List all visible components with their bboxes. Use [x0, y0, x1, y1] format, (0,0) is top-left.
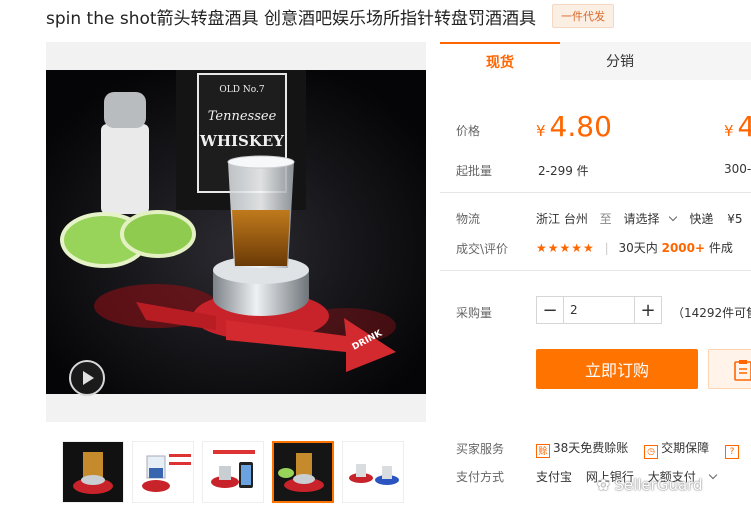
logistics-row: 浙江 台州 至 请选择 快递 ¥5	[536, 210, 742, 227]
price-number: 4.80	[549, 110, 612, 143]
service-credit[interactable]: 38天免费赊账	[553, 441, 628, 455]
clipboard-icon	[734, 360, 751, 381]
price-tier-2: ¥4	[724, 110, 751, 143]
services-label: 买家服务	[456, 442, 505, 456]
svg-text:OLD No.7: OLD No.7	[219, 85, 264, 95]
logistics-label: 物流	[456, 212, 481, 226]
price-number-tier-2: 4	[737, 110, 751, 143]
svg-text:Tennessee: Tennessee	[208, 109, 277, 124]
shipping-method: 快递	[689, 212, 714, 226]
divider	[440, 192, 751, 193]
chevron-down-icon[interactable]	[708, 470, 717, 480]
product-photo: OLD No.7 Tennessee WHISKEY DRINK	[46, 70, 426, 394]
reviews-row: ★★★★★ | 30天内 2000+ 件成	[536, 239, 733, 256]
reviews-label: 成交\评价	[456, 242, 509, 256]
sales-suffix: 件成	[708, 241, 733, 255]
thumbnail-image	[63, 442, 123, 502]
increase-button[interactable]: +	[634, 296, 662, 324]
svg-text:WHISKEY: WHISKEY	[199, 132, 284, 150]
thumbnail-1[interactable]	[62, 441, 124, 503]
buy-now-button[interactable]: 立即订购	[536, 349, 698, 389]
thumbnail-4-selected[interactable]	[272, 441, 334, 503]
sales-count: 2000+	[661, 241, 706, 255]
clock-icon: ◷	[644, 445, 659, 459]
shipping-fee: ¥5	[727, 212, 743, 226]
currency-symbol: ¥	[724, 122, 734, 140]
product-title-bar: spin the shot箭头转盘酒具 创意酒吧娱乐场所指针转盘罚酒酒具 一件代…	[46, 4, 614, 29]
quantity-stepper: − +	[536, 296, 662, 324]
thumbnail-2[interactable]	[132, 441, 194, 503]
sales-prefix: 30天内	[618, 241, 658, 255]
help-icon[interactable]: ?	[724, 445, 739, 459]
video-play-button[interactable]	[69, 360, 105, 396]
purchase-panel: 现货 分销 价格 ¥4.80 ¥4 起批量 2-299 件 300-9 物流 浙…	[440, 42, 751, 517]
to-text: 至	[599, 212, 612, 226]
tab-in-stock[interactable]: 现货	[440, 42, 560, 80]
thumbnail-image	[203, 442, 263, 502]
price-value: ¥4.80	[536, 110, 612, 143]
watermark: ✿ SellerGuard	[597, 476, 703, 494]
separator: |	[604, 241, 609, 255]
divider	[440, 270, 751, 271]
quantity-input[interactable]	[564, 296, 634, 324]
thumbnail-image	[274, 443, 332, 501]
decrease-button[interactable]: −	[536, 296, 564, 324]
origin-location: 浙江 台州	[536, 212, 588, 226]
quantity-label: 采购量	[456, 306, 493, 320]
price-label: 价格	[456, 124, 481, 138]
wechat-icon: ✿	[597, 476, 615, 494]
moq-value: 2-299 件	[538, 164, 589, 178]
rating-stars[interactable]: ★★★★★	[536, 241, 595, 255]
service-delivery[interactable]: 交期保障	[661, 441, 709, 455]
moq-tier-2: 300-9	[724, 162, 751, 176]
play-icon	[83, 371, 94, 385]
tab-bar: 现货 分销	[440, 42, 751, 80]
credit-icon: 赊	[536, 443, 550, 458]
destination-select[interactable]: 请选择	[624, 212, 660, 226]
thumbnail-5[interactable]	[342, 441, 404, 503]
stock-count: （14292件可售	[672, 306, 751, 320]
main-product-image[interactable]: OLD No.7 Tennessee WHISKEY DRINK	[46, 42, 426, 422]
currency-symbol: ¥	[536, 122, 546, 140]
image-background: OLD No.7 Tennessee WHISKEY DRINK	[46, 70, 426, 394]
product-title: spin the shot箭头转盘酒具 创意酒吧娱乐场所指针转盘罚酒酒具	[46, 8, 536, 29]
services-row: 赊 38天免费赊账 ◷ 交期保障 ?	[536, 439, 742, 459]
thumbnail-image	[133, 442, 193, 502]
thumbnail-strip	[62, 441, 404, 503]
payment-alipay: 支付宝	[536, 470, 573, 484]
chevron-down-icon[interactable]	[668, 212, 677, 222]
add-to-list-button[interactable]	[708, 349, 751, 389]
watermark-text: SellerGuard	[614, 476, 703, 494]
moq-label: 起批量	[456, 164, 493, 178]
tab-distribution[interactable]: 分销	[560, 42, 680, 80]
thumbnail-3[interactable]	[202, 441, 264, 503]
dropship-badge[interactable]: 一件代发	[551, 4, 614, 28]
payment-label: 支付方式	[456, 470, 505, 484]
thumbnail-image	[343, 442, 403, 502]
